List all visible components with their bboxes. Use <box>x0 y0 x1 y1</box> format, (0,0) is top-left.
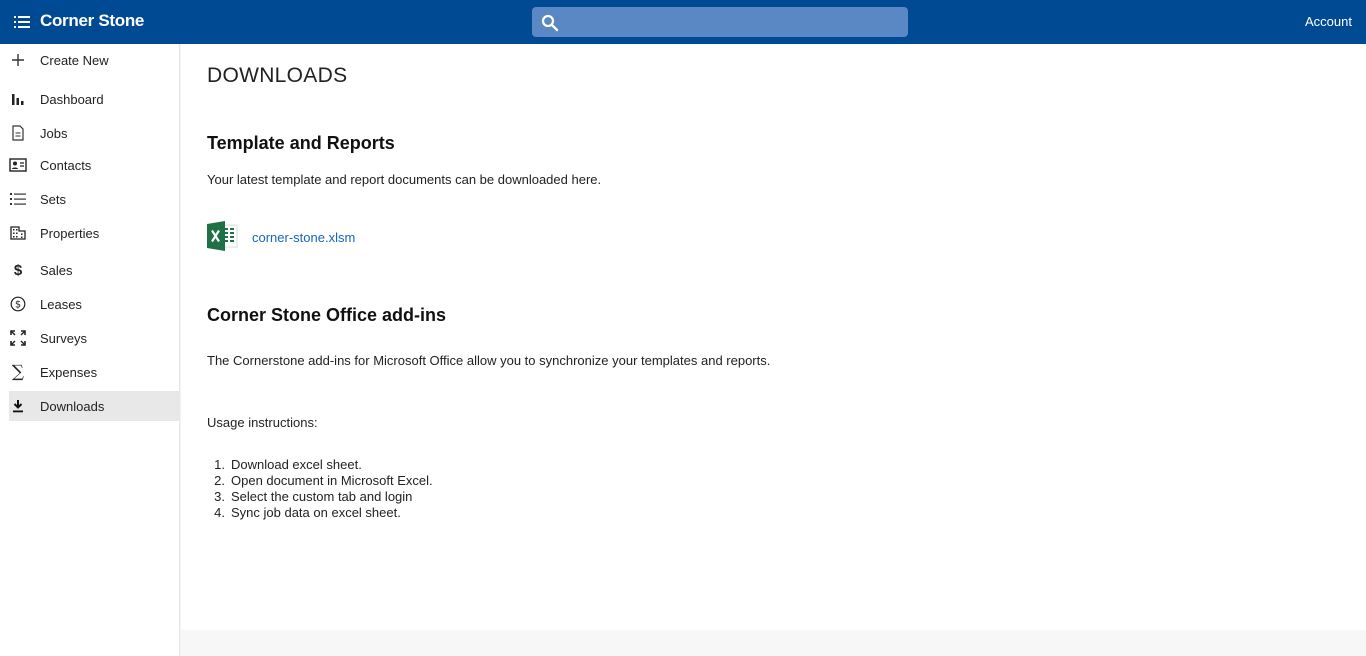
step-number: 2. <box>214 473 225 488</box>
sidebar-item-sets[interactable]: Sets <box>9 184 180 214</box>
search-bar[interactable] <box>532 7 908 37</box>
templates-heading: Template and Reports <box>207 133 395 153</box>
sidebar-item-label: Jobs <box>40 125 68 141</box>
search-input[interactable] <box>566 7 902 37</box>
sidebar-item-label: Leases <box>40 296 82 312</box>
sidebar-item-label: Create New <box>40 52 109 68</box>
list-item: 1. Download excel sheet. <box>207 457 433 473</box>
dollar-circle-icon: $ <box>9 295 27 313</box>
sidebar: Create New Dashboard Jobs Contacts Sets … <box>0 44 180 656</box>
svg-text:$: $ <box>15 300 21 311</box>
top-app-bar: Corner Stone Account <box>0 0 1366 44</box>
list-item: 4. Sync job data on excel sheet. <box>207 505 433 521</box>
download-icon <box>9 397 27 415</box>
footer-strip <box>181 630 1366 656</box>
list-icon <box>9 190 27 208</box>
main-content: DOWNLOADS Template and Reports Your late… <box>181 44 1366 630</box>
file-download-row[interactable]: corner-stone.xlsm <box>207 220 355 257</box>
sidebar-item-expenses[interactable]: ∑ Expenses <box>9 357 180 387</box>
sidebar-item-properties[interactable]: Properties <box>9 218 180 248</box>
app-title[interactable]: Corner Stone <box>40 11 144 31</box>
sidebar-item-create-new[interactable]: Create New <box>9 45 180 75</box>
account-button[interactable]: Account <box>1305 14 1352 29</box>
sidebar-item-sales[interactable]: $ Sales <box>9 255 180 285</box>
excel-icon <box>207 220 239 257</box>
addins-description: The Cornerstone add-ins for Microsoft Of… <box>207 353 771 368</box>
step-text: Open document in Microsoft Excel. <box>231 473 433 488</box>
search-icon <box>541 14 559 32</box>
sidebar-item-label: Properties <box>40 225 100 241</box>
page-title: DOWNLOADS <box>207 64 348 87</box>
sidebar-item-label: Dashboard <box>40 91 104 107</box>
sidebar-item-label: Downloads <box>40 398 105 414</box>
expand-icon <box>9 329 27 347</box>
list-item: 3. Select the custom tab and login <box>207 489 433 505</box>
step-text: Select the custom tab and login <box>231 489 413 504</box>
menu-icon[interactable] <box>12 12 32 32</box>
step-number: 3. <box>214 489 225 504</box>
file-download-link[interactable]: corner-stone.xlsm <box>252 230 355 245</box>
sigma-icon: ∑ <box>11 362 25 382</box>
templates-description: Your latest template and report document… <box>207 172 602 187</box>
usage-steps-list: 1. Download excel sheet. 2. Open document … <box>207 457 433 521</box>
usage-instructions-label: Usage instructions: <box>207 415 318 430</box>
step-number: 1. <box>214 457 225 472</box>
sidebar-item-label: Contacts <box>40 157 92 173</box>
sidebar-item-label: Surveys <box>40 330 87 346</box>
building-icon <box>9 224 27 242</box>
plus-icon <box>9 51 27 69</box>
sidebar-item-downloads[interactable]: Downloads <box>9 391 180 421</box>
sidebar-item-jobs[interactable]: Jobs <box>9 118 180 148</box>
sidebar-item-label: Expenses <box>40 364 98 380</box>
sidebar-item-label: Sets <box>40 191 67 207</box>
list-item: 2. Open document in Microsoft Excel. <box>207 473 433 489</box>
document-icon <box>9 124 27 142</box>
dollar-icon: $ <box>13 261 23 279</box>
step-text: Sync job data on excel sheet. <box>231 505 401 520</box>
sidebar-item-label: Sales <box>40 262 73 278</box>
sidebar-item-contacts[interactable]: Contacts <box>9 150 180 180</box>
sidebar-item-surveys[interactable]: Surveys <box>9 323 180 353</box>
step-text: Download excel sheet. <box>231 457 362 472</box>
contact-card-icon <box>9 156 27 174</box>
bar-chart-icon <box>9 90 27 108</box>
sidebar-item-dashboard[interactable]: Dashboard <box>9 84 180 114</box>
sidebar-item-leases[interactable]: $ Leases <box>9 289 180 319</box>
addins-heading: Corner Stone Office add-ins <box>207 305 447 325</box>
step-number: 4. <box>214 505 225 520</box>
